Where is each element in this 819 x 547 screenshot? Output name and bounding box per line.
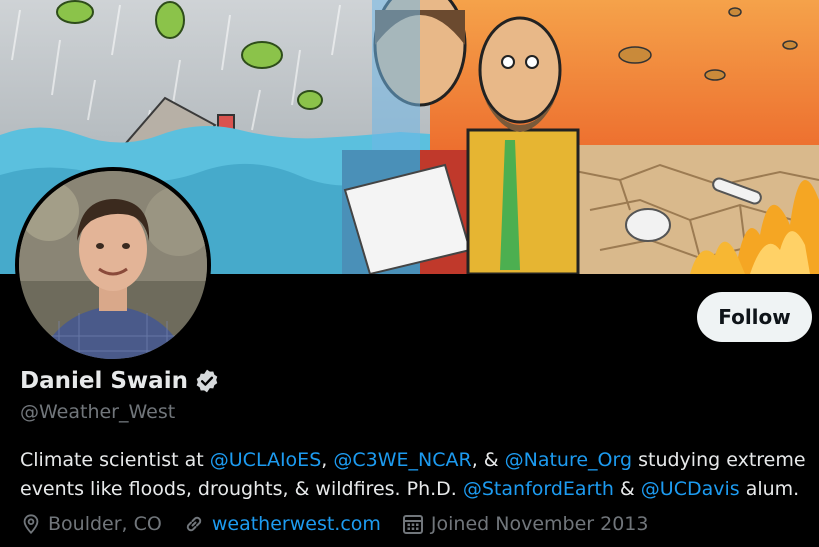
link-icon [186, 516, 202, 532]
mention-link[interactable]: @UCDavis [641, 478, 740, 500]
website-link[interactable]: weatherwest.com [212, 513, 381, 535]
bio-text: , [321, 449, 334, 471]
profile-location: Boulder, CO [20, 513, 162, 535]
profile-joined: Joined November 2013 [401, 512, 649, 536]
mention-link[interactable]: @StanfordEarth [463, 478, 614, 500]
bio-text: & [613, 478, 641, 500]
profile-name-row: Daniel Swain [20, 368, 220, 394]
follow-button[interactable]: Follow [697, 292, 812, 342]
location-text: Boulder, CO [48, 513, 162, 535]
profile-name: Daniel Swain [20, 368, 188, 394]
bio-text: alum. [739, 478, 800, 500]
mention-link[interactable]: @C3WE_NCAR [333, 449, 471, 471]
profile-handle: @Weather_West [20, 401, 176, 423]
mention-link[interactable]: @Nature_Org [505, 449, 632, 471]
verified-badge-icon[interactable] [194, 368, 220, 394]
profile-meta: Boulder, CO weatherwest.com Joined Novem… [20, 512, 668, 536]
profile-website: weatherwest.com [182, 512, 381, 536]
avatar-photo [19, 171, 207, 359]
location-pin-icon [23, 514, 39, 535]
avatar[interactable] [15, 167, 211, 363]
bio-text: , & [471, 449, 505, 471]
avatar-image [19, 171, 207, 359]
mention-link[interactable]: @UCLAIoES [210, 449, 322, 471]
profile-bio: Climate scientist at @UCLAIoES, @C3WE_NC… [20, 446, 810, 504]
bio-text: Climate scientist at [20, 449, 210, 471]
joined-text: Joined November 2013 [430, 513, 649, 535]
calendar-icon [402, 515, 423, 534]
